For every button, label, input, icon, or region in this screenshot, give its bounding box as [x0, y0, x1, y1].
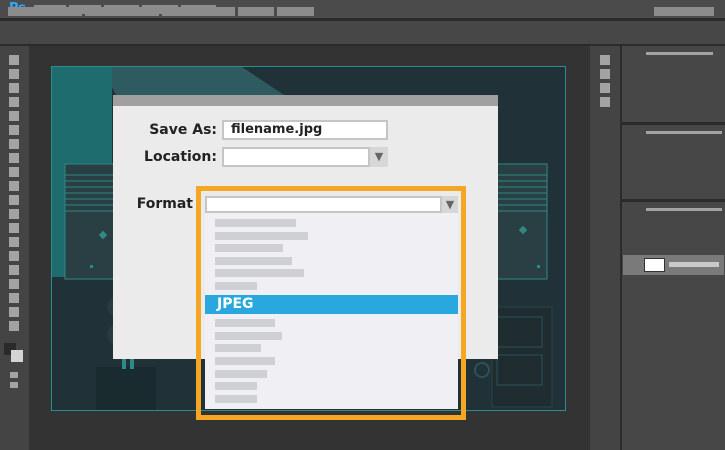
layer-thumbnail	[644, 258, 665, 272]
option-control[interactable]	[277, 7, 314, 16]
hand-tool-icon[interactable]	[9, 307, 19, 317]
crop-tool-icon[interactable]	[9, 111, 19, 121]
swatches-panel-icon[interactable]	[600, 83, 610, 93]
clone-stamp-tool-icon[interactable]	[9, 167, 19, 177]
history-panel-icon[interactable]	[600, 55, 610, 65]
workspace-switcher[interactable]	[654, 7, 714, 16]
brush-tool-icon[interactable]	[9, 153, 19, 163]
properties-panel-icon[interactable]	[600, 69, 610, 79]
panel-tab[interactable]	[646, 208, 722, 211]
filename-input[interactable]: filename.jpg	[222, 120, 388, 140]
background-color-swatch[interactable]	[11, 350, 23, 362]
location-dropdown-arrow-icon[interactable]: ▼	[370, 147, 388, 167]
path-select-tool-icon[interactable]	[9, 279, 19, 289]
blur-tool-icon[interactable]	[9, 223, 19, 233]
layers-panel	[622, 202, 725, 450]
panel-tab[interactable]	[646, 131, 722, 134]
screen-mode-icon[interactable]	[10, 382, 18, 388]
history-brush-tool-icon[interactable]	[9, 181, 19, 191]
dialog-title-bar[interactable]	[113, 95, 498, 106]
quick-select-tool-icon[interactable]	[9, 97, 19, 107]
panel-tab[interactable]	[646, 52, 713, 55]
pen-tool-icon[interactable]	[9, 251, 19, 261]
option-control[interactable]	[238, 7, 274, 16]
adjustments-panel-icon[interactable]	[600, 97, 610, 107]
layer-name	[669, 262, 719, 267]
save-as-label: Save As:	[149, 122, 217, 138]
option-control[interactable]	[8, 7, 82, 16]
location-label: Location:	[144, 149, 217, 165]
option-control[interactable]	[162, 7, 235, 16]
move-tool-icon[interactable]	[9, 55, 19, 65]
format-label: Format	[136, 196, 193, 212]
location-select[interactable]	[222, 147, 370, 167]
healing-tool-icon[interactable]	[9, 139, 19, 149]
marquee-tool-icon[interactable]	[9, 69, 19, 79]
zoom-tool-icon[interactable]	[9, 321, 19, 331]
option-control[interactable]	[85, 7, 159, 16]
quick-mask-icon[interactable]	[10, 372, 18, 378]
eraser-tool-icon[interactable]	[9, 195, 19, 205]
eyedropper-tool-icon[interactable]	[9, 125, 19, 135]
type-tool-icon[interactable]	[9, 265, 19, 275]
dodge-tool-icon[interactable]	[9, 237, 19, 247]
shape-tool-icon[interactable]	[9, 293, 19, 303]
gradient-tool-icon[interactable]	[9, 209, 19, 219]
format-highlight-outline	[196, 186, 466, 420]
lasso-tool-icon[interactable]	[9, 83, 19, 93]
adjustments-panel	[622, 125, 725, 199]
color-panel	[622, 46, 725, 122]
options-bar	[0, 21, 725, 44]
